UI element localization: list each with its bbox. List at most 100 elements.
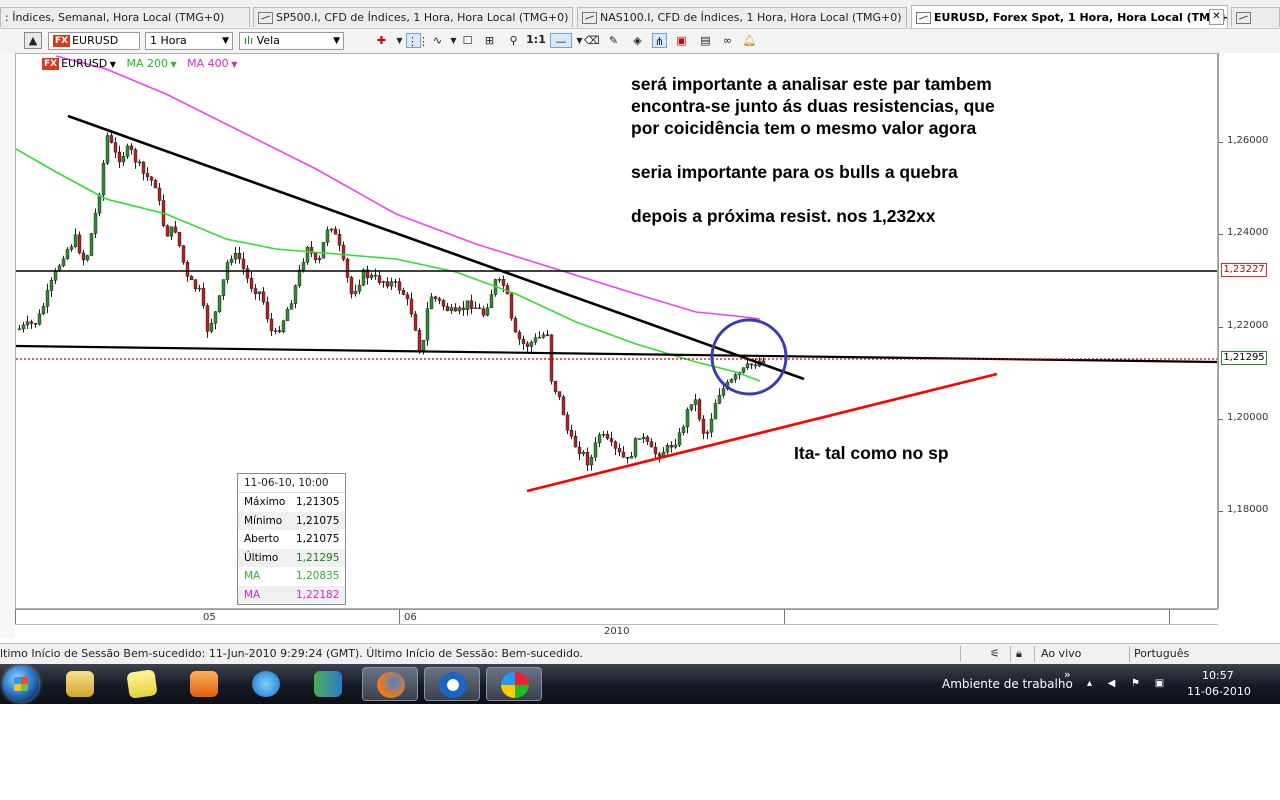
color-icon[interactable]: ◈ (630, 33, 645, 48)
desktop-toolbar-label[interactable]: Ambiente de trabalho (942, 677, 1073, 691)
alert-icon[interactable]: ▣ (674, 33, 689, 48)
chevron-down-icon[interactable]: ▼ (446, 33, 461, 48)
line-tool-icon[interactable]: — (550, 33, 572, 48)
scale-icon[interactable]: ☐ (460, 33, 475, 48)
clock-date[interactable]: 11-06-2010 (1187, 685, 1251, 698)
status-message: ltimo Início de Sessão Bem-sucedido: 11-… (0, 647, 584, 660)
candle-body (393, 281, 398, 283)
tab-overflow[interactable] (1231, 7, 1280, 27)
magnet-icon[interactable]: ⋔ (652, 33, 667, 48)
candle-body (269, 318, 274, 332)
candle-body (525, 343, 530, 347)
grid-icon[interactable]: ⋮⋮ (406, 33, 429, 48)
paint-app[interactable] (486, 667, 542, 701)
internet-explorer-icon (252, 671, 280, 697)
candle-body (325, 229, 330, 243)
downtrend-line (67, 114, 805, 381)
legend-ma200[interactable]: MA 200 (126, 57, 168, 70)
tab-eurusd[interactable]: EURUSD, Forex Spot, 1 Hora, Hora Local (… (911, 5, 1228, 28)
data-row-high: Máximo 1,21305 (244, 496, 340, 508)
candle-body (621, 451, 626, 458)
flag-icon[interactable]: ⚑ (1130, 678, 1141, 689)
candle-body (485, 307, 490, 316)
price-axis[interactable]: 1,26000 1,24000 1,22000 1,20000 1,18000 … (1218, 53, 1280, 609)
legend-ma400[interactable]: MA 400 (187, 57, 229, 70)
candle-body (597, 434, 602, 443)
chart-type-select[interactable]: ılı Vela ▼ (239, 32, 344, 50)
tab-label: NAS100.I, CFD de Índices, 1 Hora, Hora L… (600, 11, 902, 24)
candle-body (605, 434, 610, 439)
media-app[interactable] (176, 667, 232, 701)
candle-body (717, 395, 722, 404)
resistance-price-tag: 1,23227 (1221, 263, 1267, 277)
firefox-icon (377, 672, 405, 698)
tab-indices-weekly[interactable]: : Índices, Semanal, Hora Local (TMG+0) (0, 7, 250, 27)
symbol-field[interactable]: FX EURUSD (48, 32, 140, 50)
time-axis[interactable]: 05 06 2010 (15, 609, 1218, 639)
candle-body (709, 418, 714, 433)
candle-body (461, 307, 466, 310)
chevron-down-icon: ▼ (333, 36, 340, 46)
candle-body (25, 321, 30, 326)
candle-body (609, 438, 614, 443)
fit-icon[interactable]: ⊞ (482, 33, 497, 48)
candle-body (641, 436, 646, 440)
candle-body (209, 322, 214, 332)
candle-body (281, 320, 286, 333)
annotation-text: será importante a analisar este par tamb… (631, 74, 992, 94)
one-to-one-button[interactable]: 1:1 (526, 32, 546, 49)
clock-time[interactable]: 10:57 (1202, 669, 1234, 682)
tab-nas100[interactable]: NAS100.I, CFD de Índices, 1 Hora, Hora L… (577, 7, 907, 27)
start-button[interactable] (3, 666, 39, 702)
language-status[interactable]: Português (1134, 644, 1189, 664)
firefox-app[interactable] (362, 667, 418, 701)
eraser-icon[interactable]: ⌫ (584, 33, 600, 48)
explorer-app[interactable] (52, 667, 108, 701)
chart-type-value: Vela (256, 34, 280, 47)
candle-body (361, 269, 366, 286)
candle-body (553, 381, 558, 392)
legend-symbol[interactable]: EURUSD (61, 57, 107, 70)
collapse-button[interactable]: ▲ (24, 32, 42, 49)
data-row-open: Aberto 1,21075 (244, 533, 340, 545)
candle-body (141, 161, 146, 174)
candle-body (257, 291, 262, 295)
candle-body (297, 269, 302, 286)
notes-app[interactable] (114, 667, 170, 701)
link-icon[interactable]: ∞ (720, 33, 735, 48)
zoom-icon[interactable]: ⚲ (506, 33, 521, 48)
candle-body (601, 434, 606, 436)
candle-body (673, 444, 678, 448)
template-icon[interactable]: ▤ (698, 33, 713, 48)
candle-body (153, 180, 158, 189)
candle-body (413, 313, 418, 331)
timeframe-select[interactable]: 1 Hora ▼ (145, 32, 233, 50)
indicator-icon[interactable]: ∿ (430, 33, 445, 48)
ma200-line (16, 148, 761, 382)
draw-icon[interactable]: ✎ (606, 33, 621, 48)
candle-body (589, 456, 594, 466)
price-chart[interactable]: FX EURUSD ▼ MA 200 ▼ MA 400 ▼ será import… (15, 53, 1218, 609)
messenger-app[interactable] (300, 667, 356, 701)
candle-body (373, 274, 378, 277)
close-icon[interactable]: ✕ (1209, 9, 1224, 25)
candle-body (389, 281, 394, 287)
bell-icon[interactable]: 🔔︎ (742, 33, 757, 48)
chevron-up-icon[interactable]: ▴ (1084, 678, 1095, 689)
candle-body (253, 288, 258, 295)
connection-icon[interactable]: ⚟ (990, 644, 1000, 664)
volume-icon[interactable]: ◀︎ (1106, 678, 1117, 689)
ie-app[interactable] (238, 667, 294, 701)
chevron-right-icon[interactable]: » (1064, 668, 1071, 681)
chevron-down-icon[interactable]: ▼ (392, 33, 407, 48)
tab-label: : Índices, Semanal, Hora Local (TMG+0) (5, 11, 225, 24)
candle-body (693, 399, 698, 405)
candle-body (545, 334, 550, 336)
candle-body (293, 285, 298, 304)
trading-app[interactable] (424, 667, 480, 701)
crosshair-icon[interactable]: ✚ (374, 33, 389, 48)
candle-body (665, 445, 670, 453)
network-icon[interactable]: ▣ (1154, 678, 1165, 689)
candle-body (501, 278, 506, 286)
tab-sp500[interactable]: SP500.I, CFD de Índices, 1 Hora, Hora Lo… (253, 7, 573, 27)
